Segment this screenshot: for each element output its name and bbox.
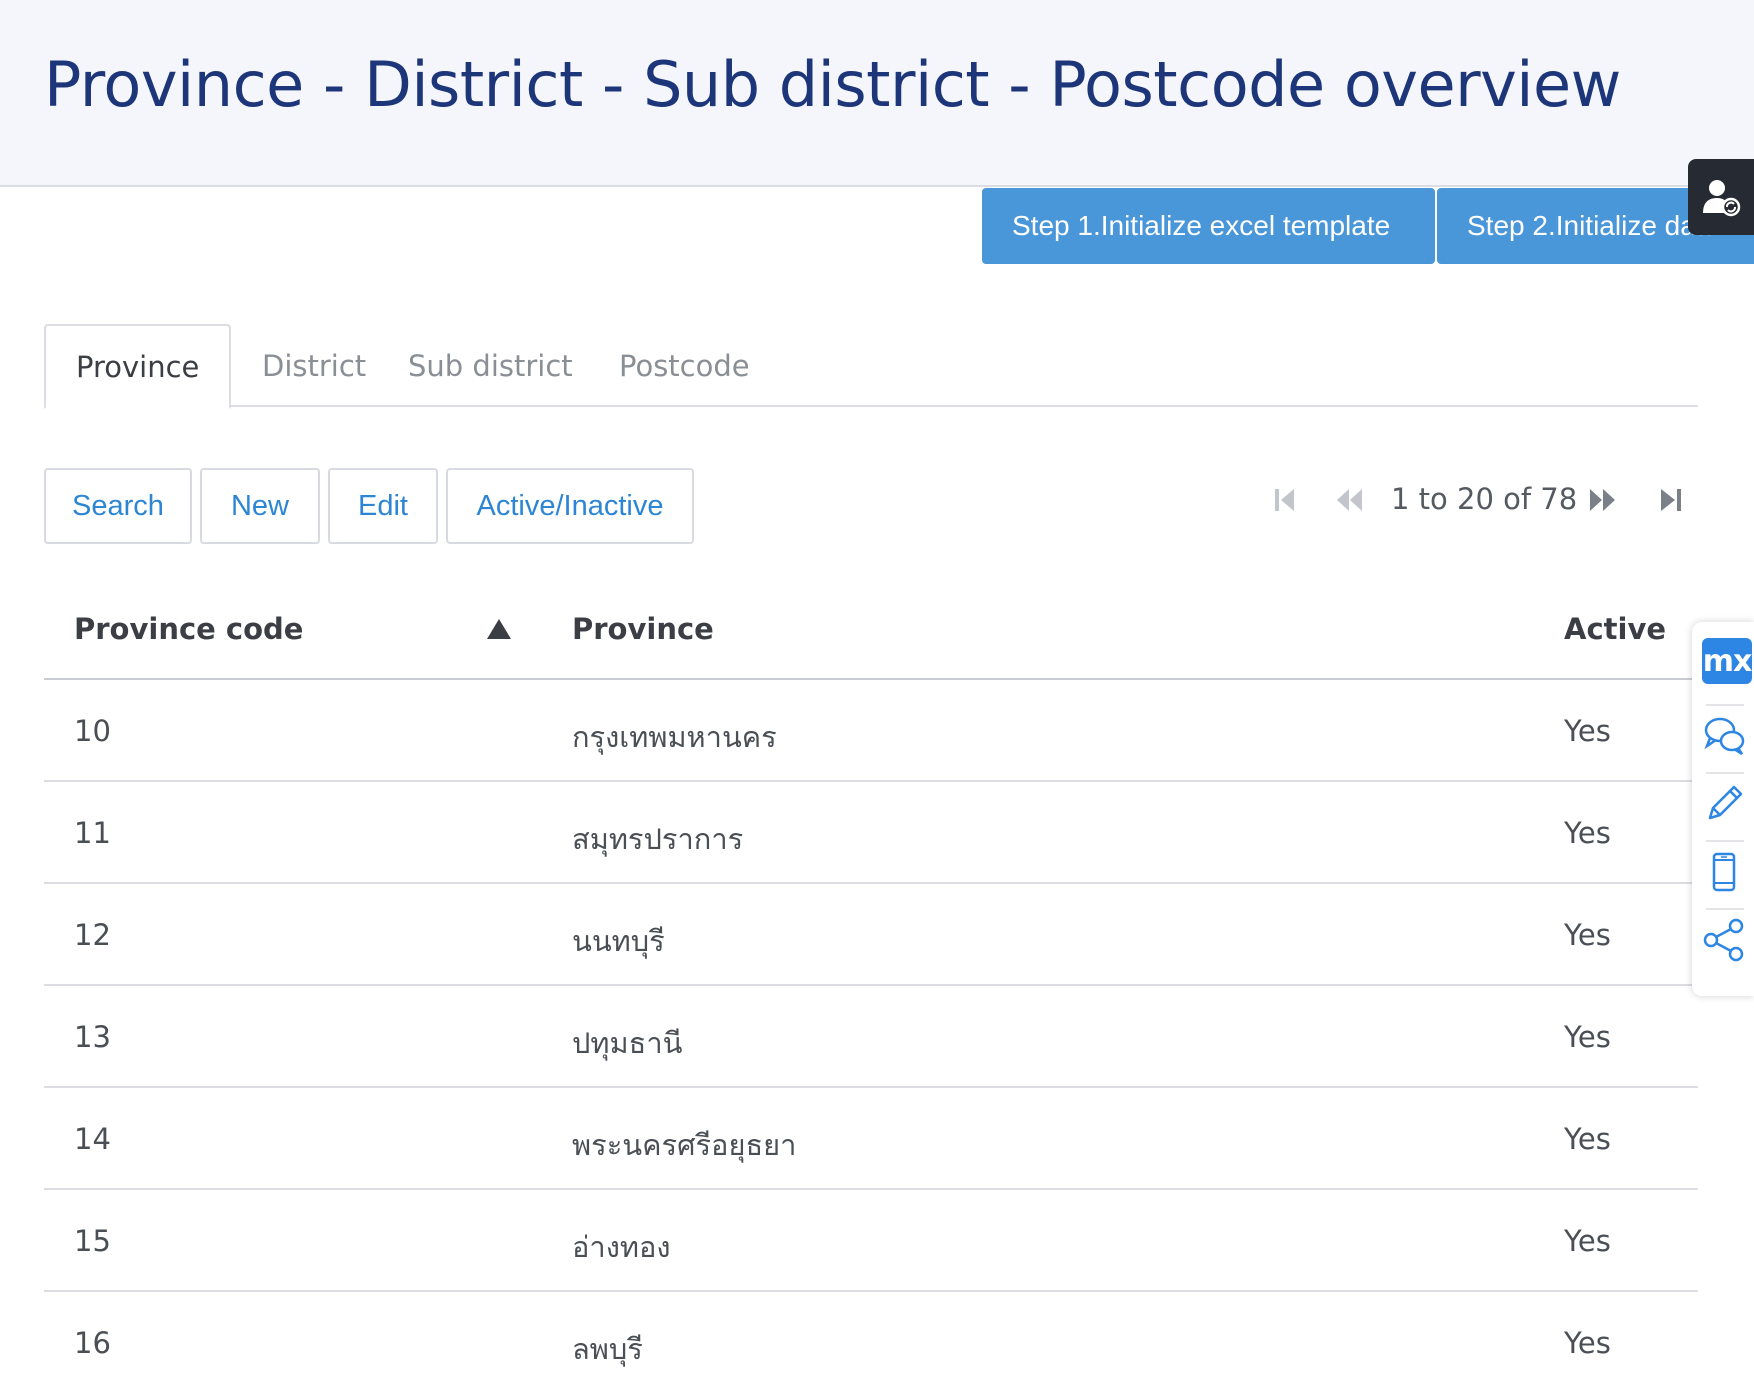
table-row[interactable]: 15 อ่างทอง Yes (44, 1190, 1698, 1292)
table-row[interactable]: 11 สมุทรปราการ Yes (44, 782, 1698, 884)
pager-status: 1 to 20 of 78 (1391, 482, 1578, 516)
province-grid: Province code Province Active 10 กรุงเทพ… (44, 578, 1698, 1382)
province-name-cell: พระนครศรีอยุธยา (572, 1128, 797, 1162)
province-name-cell: กรุงเทพมหานคร (572, 720, 777, 754)
last-page-icon[interactable] (1656, 485, 1686, 515)
active-cell: Yes (1564, 1020, 1611, 1054)
mobile-preview-button[interactable] (1700, 850, 1748, 894)
edit-app-button[interactable] (1700, 782, 1748, 826)
active-cell: Yes (1564, 918, 1611, 952)
column-header-province[interactable]: Province (572, 612, 714, 646)
active-cell: Yes (1564, 1326, 1611, 1360)
next-page-icon[interactable] (1588, 485, 1618, 515)
table-row[interactable]: 16 ลพบุรี Yes (44, 1292, 1698, 1382)
province-code-cell: 12 (74, 918, 111, 952)
table-row[interactable]: 14 พระนครศรีอยุธยา Yes (44, 1088, 1698, 1190)
sort-ascending-icon[interactable] (486, 618, 512, 640)
active-cell: Yes (1564, 816, 1611, 850)
edit-pencil-icon (1708, 785, 1743, 820)
active-cell: Yes (1564, 1224, 1611, 1258)
divider (1706, 840, 1744, 842)
share-icon (1703, 918, 1744, 962)
user-switcher-button[interactable] (1688, 159, 1754, 235)
first-page-icon[interactable] (1270, 485, 1300, 515)
share-button[interactable] (1700, 918, 1748, 962)
active-inactive-button[interactable]: Active/Inactive (446, 468, 694, 544)
edit-button[interactable]: Edit (328, 468, 438, 544)
province-name-cell: ลพบุรี (572, 1332, 643, 1366)
province-code-cell: 10 (74, 714, 111, 748)
new-button[interactable]: New (200, 468, 320, 544)
divider (1706, 704, 1744, 706)
mx-logo[interactable]: mx (1702, 638, 1752, 684)
previous-page-icon[interactable] (1334, 485, 1364, 515)
page-title: Province - District - Sub district - Pos… (44, 48, 1621, 121)
tab-sub-district[interactable]: Sub district (378, 324, 603, 407)
province-code-cell: 13 (74, 1020, 111, 1054)
column-header-province-code[interactable]: Province code (74, 612, 303, 646)
mobile-preview-icon (1712, 852, 1736, 892)
table-row[interactable]: 10 กรุงเทพมหานคร Yes (44, 680, 1698, 782)
province-name-cell: นนทบุรี (572, 924, 665, 958)
tab-province[interactable]: Province (44, 324, 232, 409)
initialize-excel-template-button[interactable]: Step 1.Initialize excel template (982, 188, 1435, 264)
tab-district[interactable]: District (232, 324, 396, 407)
feedback-button[interactable] (1700, 714, 1748, 758)
search-button[interactable]: Search (44, 468, 192, 544)
province-code-cell: 16 (74, 1326, 111, 1360)
tab-postcode[interactable]: Postcode (589, 324, 780, 407)
table-row[interactable]: 13 ปทุมธานี Yes (44, 986, 1698, 1088)
column-header-active[interactable]: Active (1564, 612, 1666, 646)
grid-header: Province code Province Active (44, 578, 1698, 680)
divider (1706, 772, 1744, 774)
active-cell: Yes (1564, 714, 1611, 748)
province-name-cell: สมุทรปราการ (572, 822, 744, 856)
page-header: Province - District - Sub district - Pos… (0, 0, 1754, 187)
province-name-cell: อ่างทอง (572, 1230, 671, 1264)
province-code-cell: 15 (74, 1224, 111, 1258)
active-cell: Yes (1564, 1122, 1611, 1156)
user-switch-icon (1703, 180, 1741, 217)
table-row[interactable]: 12 นนทบุรี Yes (44, 884, 1698, 986)
province-code-cell: 14 (74, 1122, 111, 1156)
province-code-cell: 11 (74, 816, 111, 850)
feedback-icon (1704, 717, 1745, 756)
entity-tabs: Province District Sub district Postcode (44, 324, 1698, 409)
divider (1706, 908, 1744, 910)
province-name-cell: ปทุมธานี (572, 1026, 683, 1060)
side-tools-panel: mx (1692, 622, 1754, 996)
